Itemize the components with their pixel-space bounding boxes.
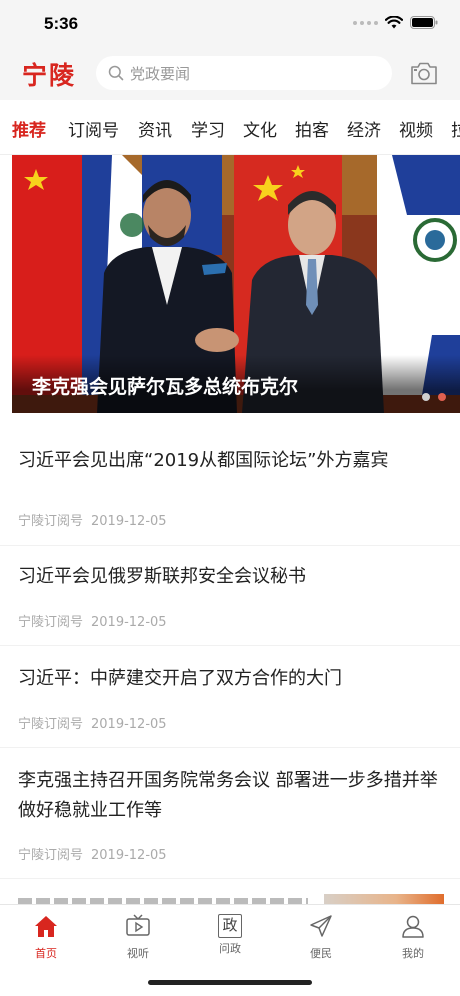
divider <box>0 645 460 646</box>
tab-economy[interactable]: 经济 <box>347 116 381 141</box>
tab-more[interactable]: 拉 <box>451 116 460 141</box>
hero-banner[interactable]: 李克强会见萨尔瓦多总统布克尔 <box>12 155 460 413</box>
status-bar: 5:36 <box>0 0 460 48</box>
news-title: 习近平会见俄罗斯联邦安全会议秘书 <box>18 566 306 587</box>
news-source: 宁陵订阅号 <box>18 717 84 732</box>
status-time: 5:36 <box>44 14 79 33</box>
news-meta: 宁陵订阅号 2019-12-05 <box>18 611 175 630</box>
battery-icon <box>410 16 438 29</box>
nav-home[interactable]: 首页 <box>16 913 76 961</box>
news-thumbnail-partial <box>324 894 444 904</box>
news-meta: 宁陵订阅号 2019-12-05 <box>18 510 175 529</box>
news-title: 习近平会见出席“2019从都国际论坛”外方嘉宾 <box>18 450 389 471</box>
news-date: 2019-12-05 <box>91 514 167 529</box>
news-meta: 宁陵订阅号 2019-12-05 <box>18 844 175 863</box>
nav-services[interactable]: 便民 <box>291 913 351 961</box>
status-icons <box>353 16 438 29</box>
nav-mine[interactable]: 我的 <box>383 913 443 961</box>
camera-icon[interactable] <box>410 60 438 86</box>
tab-culture[interactable]: 文化 <box>243 116 277 141</box>
category-tabs: 推荐 订阅号 资讯 学习 文化 拍客 经济 视频 拉 <box>0 100 460 155</box>
news-title: 李克强主持召开国务院常务会议 部署进一步多措并举做好稳就业工作等 <box>18 770 438 821</box>
search-placeholder: 党政要闻 <box>130 64 191 83</box>
home-icon <box>35 916 57 937</box>
divider <box>0 545 460 546</box>
zheng-icon: 政 <box>218 914 242 938</box>
user-icon <box>402 915 424 938</box>
tab-video[interactable]: 视频 <box>399 116 433 141</box>
app-logo: 宁陵 <box>22 61 77 90</box>
nav-audio-video-label: 视听 <box>127 947 149 960</box>
tab-news[interactable]: 资讯 <box>138 116 172 141</box>
nav-services-label: 便民 <box>310 947 332 960</box>
news-source: 宁陵订阅号 <box>18 615 84 630</box>
signal-icon <box>353 20 378 25</box>
nav-mine-label: 我的 <box>402 947 424 960</box>
tab-study[interactable]: 学习 <box>191 116 225 141</box>
search-input[interactable]: 党政要闻 <box>96 56 392 90</box>
news-date: 2019-12-05 <box>91 615 167 630</box>
hero-caption: 李克强会见萨尔瓦多总统布克尔 <box>32 376 299 398</box>
news-item[interactable]: 习近平：中萨建交开启了双方合作的大门 <box>18 664 444 694</box>
news-item[interactable]: 李克强主持召开国务院常务会议 部署进一步多措并举做好稳就业工作等 <box>18 766 444 826</box>
app-header: 宁陵 党政要闻 <box>0 48 460 100</box>
news-item[interactable]: 习近平会见俄罗斯联邦安全会议秘书 <box>18 562 444 592</box>
wifi-icon <box>385 16 403 29</box>
tab-subscriptions[interactable]: 订阅号 <box>68 116 119 141</box>
divider <box>0 878 460 879</box>
search-icon <box>108 65 124 81</box>
news-source: 宁陵订阅号 <box>18 848 84 863</box>
carousel-dots <box>422 393 446 401</box>
news-meta: 宁陵订阅号 2019-12-05 <box>18 713 175 732</box>
news-title: 习近平：中萨建交开启了双方合作的大门 <box>18 668 342 689</box>
tab-recommend[interactable]: 推荐 <box>12 116 46 141</box>
news-date: 2019-12-05 <box>91 848 167 863</box>
send-icon <box>310 915 332 937</box>
carousel-dot[interactable] <box>422 393 430 401</box>
news-item[interactable]: 习近平会见出席“2019从都国际论坛”外方嘉宾 <box>18 446 444 476</box>
nav-inquiry-label: 问政 <box>219 942 241 955</box>
news-date: 2019-12-05 <box>91 717 167 732</box>
news-source: 宁陵订阅号 <box>18 514 84 529</box>
divider <box>0 747 460 748</box>
carousel-dot-active[interactable] <box>438 393 446 401</box>
home-indicator <box>148 980 312 985</box>
news-item-partial[interactable] <box>18 896 308 904</box>
tv-icon <box>126 914 150 936</box>
nav-audio-video[interactable]: 视听 <box>108 913 168 961</box>
nav-home-label: 首页 <box>35 947 57 960</box>
tab-paike[interactable]: 拍客 <box>295 116 329 141</box>
nav-inquiry[interactable]: 政 问政 <box>200 913 260 956</box>
